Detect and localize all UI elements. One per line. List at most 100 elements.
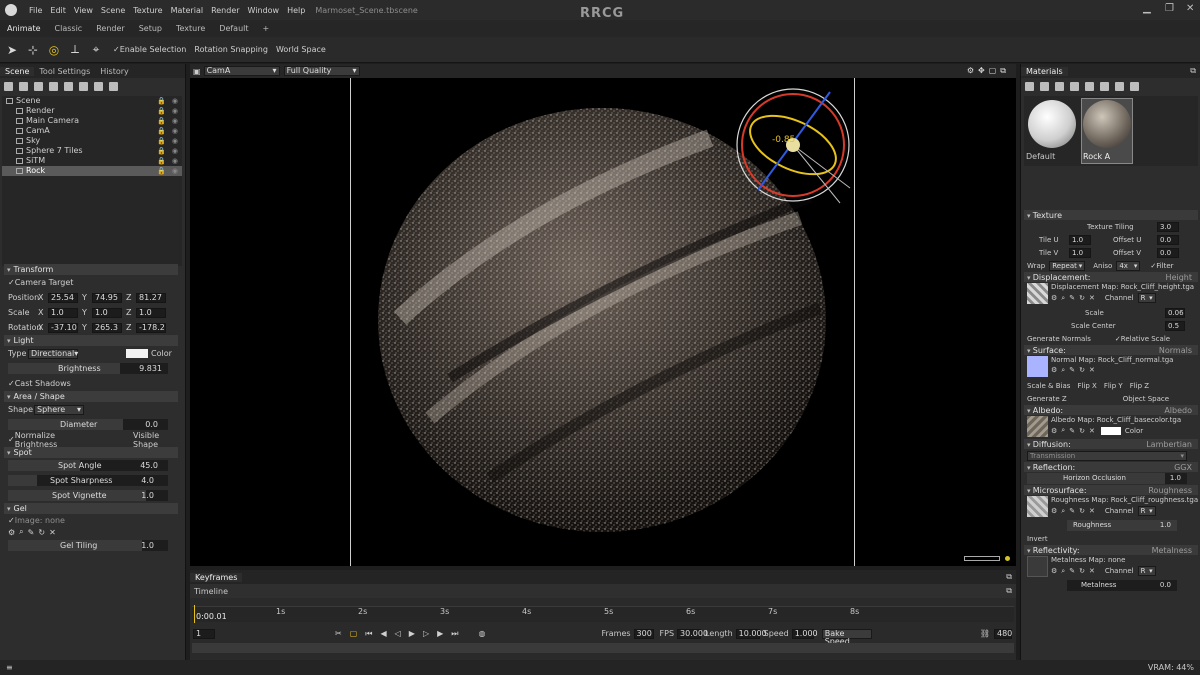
reload-icon[interactable]: ↻ [1079, 427, 1085, 435]
move-view-icon[interactable]: ✥ [978, 66, 989, 75]
visibility-icon[interactable]: ◉ [172, 96, 178, 106]
next-frame-icon[interactable]: ▷ [423, 629, 429, 638]
maximize-view-icon[interactable]: ⧉ [1000, 66, 1010, 75]
search-icon[interactable]: ⌕ [1061, 426, 1065, 435]
visibility-icon[interactable]: ◉ [172, 166, 178, 176]
lock-icon[interactable]: 🔒 [157, 106, 166, 116]
scissors-icon[interactable]: ✂ [335, 629, 342, 638]
albedo-map-thumb[interactable] [1027, 416, 1048, 437]
add-object-icon[interactable] [4, 81, 13, 91]
tree-item[interactable]: Main Camera 🔒 ◉ [2, 116, 182, 126]
area-shape-header[interactable]: Area / Shape [4, 391, 178, 402]
record-icon[interactable]: ◍ [478, 629, 485, 638]
gear-icon[interactable]: ⚙ [1051, 567, 1057, 575]
lock-icon[interactable]: 🔒 [157, 116, 166, 126]
offset-v-field[interactable]: 0.0 [1157, 247, 1179, 258]
tree-item[interactable]: Render 🔒 ◉ [2, 106, 182, 116]
expand-icon[interactable]: ⧉ [1190, 66, 1196, 76]
scale-center-field[interactable]: 0.5 [1165, 320, 1185, 331]
gear-icon[interactable]: ⚙ [1051, 294, 1057, 302]
tab-classic[interactable]: Classic [48, 24, 90, 33]
tab-keyframes[interactable]: Keyframes [190, 572, 243, 582]
folder-icon[interactable] [1085, 81, 1094, 91]
tile-u-field[interactable]: 1.0 [1069, 234, 1091, 245]
offset-u-field[interactable]: 0.0 [1157, 234, 1179, 245]
frames-field[interactable]: 300 [633, 628, 654, 639]
brush-icon[interactable]: ✎ [1069, 366, 1075, 375]
visibility-icon[interactable]: ◉ [172, 156, 178, 166]
reload-icon[interactable]: ↻ [1079, 294, 1085, 302]
disp-scale-field[interactable]: 0.06 [1165, 307, 1185, 318]
add-turntable-icon[interactable] [79, 81, 88, 91]
light-header[interactable]: Light [4, 335, 178, 346]
tree-item[interactable]: Sky 🔒 ◉ [2, 136, 182, 146]
transmission-select[interactable]: Transmission ▾ [1027, 450, 1187, 461]
close-icon[interactable]: ✕ [1089, 507, 1095, 515]
visibility-icon[interactable]: ◉ [172, 106, 178, 116]
light-color-swatch[interactable] [126, 349, 148, 358]
close-icon[interactable]: ✕ [1089, 294, 1095, 302]
new-material-icon[interactable] [1025, 81, 1034, 91]
tree-item[interactable]: Scene 🔒 ◉ [2, 96, 182, 106]
lock-icon[interactable]: 🔒 [157, 96, 166, 106]
position-z-field[interactable]: 81.27 [136, 292, 166, 303]
roughness-slider[interactable]: Roughness 1.0 [1067, 520, 1177, 531]
flip-z-toggle[interactable]: Flip Z [1130, 382, 1149, 390]
normal-map-thumb[interactable] [1027, 356, 1048, 377]
reflection-header[interactable]: Reflection: GGX [1024, 462, 1198, 472]
diffusion-header[interactable]: Diffusion: Lambertian [1024, 439, 1198, 449]
rock-sphere-render[interactable]: -0.85 [190, 78, 1016, 566]
camera-target-checkbox[interactable]: ✓ [8, 278, 15, 287]
lock-icon[interactable]: 🔒 [157, 126, 166, 136]
world-space-toggle[interactable]: World Space [276, 45, 326, 54]
play-icon[interactable]: ▶ [409, 629, 415, 638]
next-key-icon[interactable]: ▶ [437, 629, 443, 638]
spot-vignette-slider[interactable]: Spot Vignette 1.0 [8, 490, 168, 501]
gear-icon[interactable]: ⚙ [8, 528, 15, 537]
close-icon[interactable]: ✕ [1089, 366, 1095, 375]
fps-field[interactable]: 30.000 [677, 628, 708, 639]
search-icon[interactable]: ⌕ [1061, 294, 1065, 303]
horizon-occlusion-slider[interactable]: Horizon Occlusion 1.0 [1027, 473, 1187, 484]
brush-icon[interactable]: ✎ [1069, 294, 1075, 302]
rotation-snapping-toggle[interactable]: Rotation Snapping [194, 45, 268, 54]
prev-key-icon[interactable]: ◀ [380, 629, 386, 638]
export-material-icon[interactable] [1070, 81, 1079, 91]
menu-edit[interactable]: Edit [46, 6, 70, 15]
loop-icon[interactable]: ▢ [350, 629, 358, 638]
visible-shape-toggle[interactable]: Visible Shape [133, 431, 186, 449]
menu-icon[interactable]: ≡ [6, 663, 13, 672]
brush-icon[interactable]: ✎ [1069, 427, 1075, 435]
menu-material[interactable]: Material [167, 6, 208, 15]
duplicate-icon[interactable] [94, 81, 103, 91]
rotation-y-field[interactable]: 265.3 [92, 322, 122, 333]
diameter-slider[interactable]: Diameter 0.0 [8, 419, 168, 430]
flip-y-toggle[interactable]: Flip Y [1104, 382, 1123, 390]
viewport[interactable]: -0.85 [190, 78, 1016, 566]
scale-gizmo-icon[interactable]: ⟂ [66, 41, 84, 59]
select-arrow-icon[interactable]: ➤ [3, 41, 21, 59]
gear-icon[interactable]: ⚙ [1051, 366, 1057, 375]
lock-icon[interactable]: 🔒 [157, 136, 166, 146]
transform-header[interactable]: Transform [4, 264, 178, 275]
scale-x-field[interactable]: 1.0 [48, 307, 78, 318]
displacement-header[interactable]: Displacement: Height [1024, 272, 1198, 282]
tab-default[interactable]: Default [212, 24, 255, 33]
menu-help[interactable]: Help [283, 6, 309, 15]
invert-toggle[interactable]: Invert [1027, 535, 1048, 543]
albedo-mode[interactable]: Albedo [1164, 406, 1192, 415]
brush-icon[interactable]: ✎ [28, 528, 35, 537]
add-shadow-catcher-icon[interactable] [49, 81, 58, 91]
surface-header[interactable]: Surface: Normals [1024, 345, 1198, 355]
add-camera-icon[interactable] [34, 81, 43, 91]
generate-z-toggle[interactable]: Generate Z [1027, 395, 1067, 403]
close-icon[interactable]: ✕ [1089, 427, 1095, 435]
add-tab-button[interactable]: + [256, 24, 277, 33]
prev-frame-icon[interactable]: ◁ [395, 629, 401, 638]
reload-icon[interactable]: ↻ [1079, 366, 1085, 375]
maximize-icon[interactable]: ❐ [1165, 3, 1174, 14]
visibility-icon[interactable]: ◉ [172, 116, 178, 126]
shape-select[interactable]: Sphere ▾ [34, 404, 84, 415]
tab-history[interactable]: History [95, 67, 133, 76]
rotate-gizmo[interactable]: -0.85 [736, 88, 851, 204]
